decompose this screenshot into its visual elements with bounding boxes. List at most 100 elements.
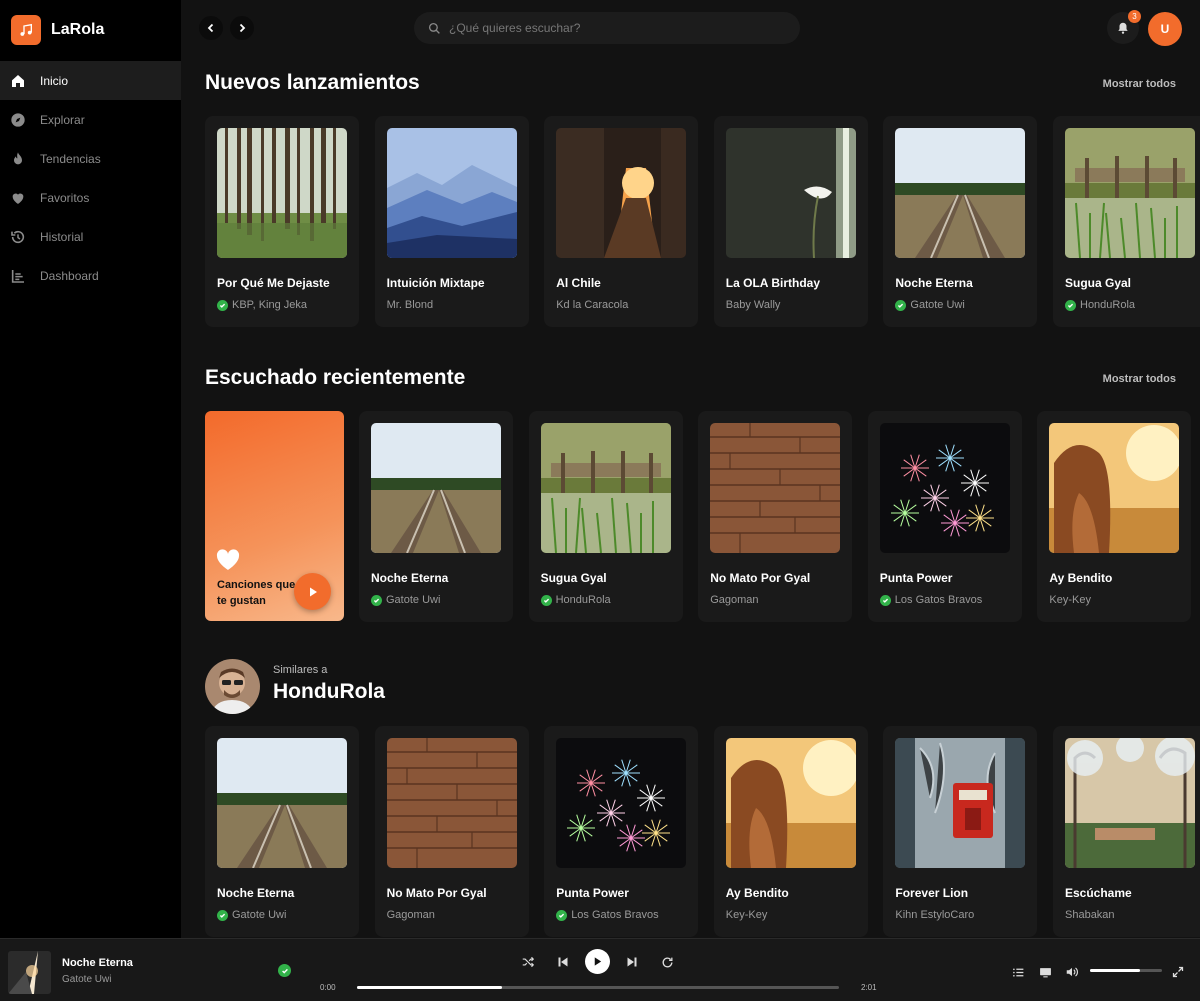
heart-icon (216, 549, 240, 570)
mute-button[interactable] (1064, 964, 1080, 980)
album-cover (540, 423, 671, 553)
liked-songs-card[interactable]: Canciones que te gustan (205, 411, 344, 621)
album-artist[interactable]: Gagoman (387, 909, 435, 921)
user-avatar[interactable]: U (1148, 12, 1182, 46)
album-card[interactable]: Sugua Gyal HonduRola (1053, 116, 1200, 327)
artist-name: Kd la Caracola (556, 299, 629, 311)
album-cover (725, 128, 856, 258)
search-bar[interactable] (414, 12, 800, 44)
album-card[interactable]: Punta Power Los Gatos Bravos (544, 726, 699, 937)
album-card[interactable]: La OLA Birthday Baby Wally (713, 116, 868, 327)
album-artist[interactable]: Kihn EstyloCaro (895, 909, 974, 921)
album-cover (556, 738, 687, 868)
verified-icon (895, 299, 907, 311)
album-artist[interactable]: Los Gatos Bravos (879, 594, 982, 606)
album-card[interactable]: Por Qué Me Dejaste KBP, King Jeka (205, 116, 359, 327)
monitor-icon (1039, 967, 1051, 977)
album-title: Ay Bendito (725, 886, 789, 900)
album-card[interactable]: Forever Lion Kihn EstyloCaro (883, 726, 1038, 937)
album-artist[interactable]: Key-Key (1049, 594, 1091, 606)
album-artist[interactable]: Gatote Uwi (371, 594, 440, 606)
shuffle-button[interactable] (520, 954, 536, 970)
album-artist[interactable]: HonduRola (540, 594, 611, 606)
volume-slider[interactable] (1090, 969, 1162, 972)
bell-icon (1118, 22, 1128, 34)
now-playing-cover[interactable] (8, 951, 51, 994)
expand-icon (1172, 966, 1184, 978)
repeat-button[interactable] (659, 954, 675, 970)
notifications-button[interactable]: 3 (1107, 10, 1141, 44)
album-cover (895, 738, 1026, 868)
artist-avatar[interactable] (205, 659, 260, 714)
album-artist[interactable]: Baby Wally (726, 299, 781, 311)
sidebar-item-explorar[interactable]: Explorar (0, 100, 181, 139)
similar-artist-name[interactable]: HonduRola (273, 680, 385, 704)
album-card[interactable]: Ay Bendito Key-Key (713, 726, 868, 937)
back-button[interactable] (199, 16, 223, 40)
album-card[interactable]: Al Chile Kd la Caracola (544, 116, 699, 327)
progress-bar[interactable] (357, 986, 839, 989)
album-artist[interactable]: Key-Key (726, 909, 768, 921)
play-liked-songs-button[interactable] (294, 573, 331, 610)
album-artist[interactable]: Mr. Blond (387, 299, 433, 311)
album-title: Forever Lion (895, 886, 969, 900)
verified-icon (879, 594, 891, 606)
album-cover (725, 738, 856, 868)
sidebar: LaRola Inicio Explorar Tendencias Favori… (0, 0, 181, 938)
album-card[interactable]: Noche Eterna Gatote Uwi (883, 116, 1038, 327)
album-card[interactable]: Escúchame Shabakan (1053, 726, 1200, 937)
album-card[interactable]: Noche Eterna Gatote Uwi (359, 411, 513, 622)
previous-button[interactable] (555, 954, 571, 970)
logo[interactable]: LaRola (0, 0, 181, 60)
play-pause-button[interactable] (585, 949, 610, 974)
artist-name: Gatote Uwi (232, 909, 287, 921)
album-artist[interactable]: Gagoman (710, 594, 758, 606)
sidebar-item-dashboard[interactable]: Dashboard (0, 256, 181, 295)
album-artist[interactable]: Los Gatos Bravos (556, 909, 659, 921)
album-artist[interactable]: KBP, King Jeka (217, 299, 307, 311)
now-playing-title[interactable]: Noche Eterna (62, 957, 133, 969)
show-all-new-releases[interactable]: Mostrar todos (1103, 78, 1176, 90)
album-card[interactable]: Intuición Mixtape Mr. Blond (374, 116, 529, 327)
sidebar-item-label: Favoritos (40, 190, 90, 205)
album-artist[interactable]: HonduRola (1065, 299, 1135, 311)
album-card[interactable]: Ay Bendito Key-Key (1037, 411, 1192, 622)
liked-songs-label: Canciones que te gustan (217, 579, 296, 607)
album-card[interactable]: Sugua Gyal HonduRola (528, 411, 683, 622)
album-card[interactable]: Punta Power Los Gatos Bravos (867, 411, 1022, 622)
play-icon (309, 587, 317, 596)
album-title: No Mato Por Gyal (710, 571, 811, 585)
section-title-recent: Escuchado recientemente (205, 366, 466, 389)
album-cover (217, 128, 347, 258)
album-title: Noche Eterna (217, 886, 295, 900)
chevron-left-icon (207, 23, 214, 33)
sidebar-item-inicio[interactable]: Inicio (0, 61, 181, 100)
show-all-recent[interactable]: Mostrar todos (1103, 373, 1176, 385)
sidebar-item-tendencias[interactable]: Tendencias (0, 139, 181, 178)
duration: 2:01 (861, 983, 877, 992)
fullscreen-button[interactable] (1170, 964, 1186, 980)
chevron-right-icon (239, 23, 246, 33)
album-artist[interactable]: Gatote Uwi (217, 909, 286, 921)
album-artist[interactable]: Gatote Uwi (895, 299, 965, 311)
sidebar-item-label: Tendencias (40, 151, 101, 166)
verified-icon (1065, 299, 1076, 311)
album-card[interactable]: No Mato Por Gyal Gagoman (374, 726, 529, 937)
queue-button[interactable] (1010, 964, 1026, 980)
artist-name: Baby Wally (725, 299, 781, 311)
section-title-new-releases: Nuevos lanzamientos (205, 71, 420, 94)
history-icon (11, 230, 25, 243)
now-playing-artist[interactable]: Gatote Uwi (62, 974, 111, 985)
album-card[interactable]: Noche Eterna Gatote Uwi (205, 726, 359, 937)
skip-back-icon (558, 957, 568, 967)
devices-button[interactable] (1037, 964, 1053, 980)
album-artist[interactable]: Kd la Caracola (556, 299, 628, 311)
album-artist[interactable]: Shabakan (1065, 909, 1115, 921)
sidebar-item-favoritos[interactable]: Favoritos (0, 178, 181, 217)
next-button[interactable] (624, 954, 640, 970)
forward-button[interactable] (230, 16, 254, 40)
album-title: Por Qué Me Dejaste (217, 276, 330, 290)
album-card[interactable]: No Mato Por Gyal Gagoman (698, 411, 853, 622)
sidebar-item-historial[interactable]: Historial (0, 217, 181, 256)
search-input[interactable] (449, 21, 779, 35)
